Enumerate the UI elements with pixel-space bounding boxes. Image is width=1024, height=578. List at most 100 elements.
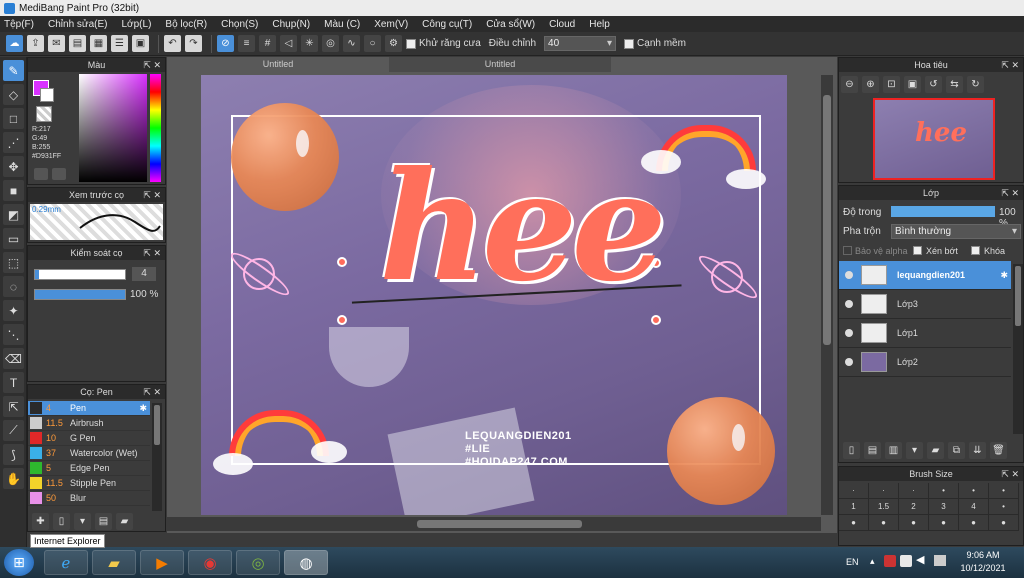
tab-untitled-2[interactable]: Untitled — [389, 57, 611, 72]
menu-edit[interactable]: Chỉnh sửa(E) — [48, 19, 108, 30]
brush-size-cell[interactable]: ● — [839, 515, 869, 531]
visibility-eye-icon[interactable] — [845, 358, 853, 366]
clock-date[interactable]: 10/12/2021 — [956, 563, 1010, 573]
clock-time[interactable]: 9:06 AM — [958, 550, 1008, 560]
layers-scrollbar[interactable] — [1013, 264, 1023, 434]
text-tool-icon[interactable]: T — [3, 372, 24, 393]
gradient-tool-icon[interactable]: ▭ — [3, 228, 24, 249]
delete-layer-icon[interactable]: 🗑 — [990, 442, 1007, 459]
medibang-taskbar-icon[interactable]: ◍ — [284, 550, 328, 575]
export-icon[interactable]: ⇪ — [27, 35, 44, 52]
brush-size-cell[interactable]: ● — [929, 515, 959, 531]
lasso-tool-icon[interactable]: ◌ — [3, 276, 24, 297]
dotted-brush-icon[interactable]: ⋰ — [3, 132, 24, 153]
canvas-horizontal-scrollbar[interactable] — [167, 517, 821, 531]
file-explorer-icon[interactable]: ▰ — [92, 550, 136, 575]
brush-list-scrollbar[interactable] — [152, 403, 162, 511]
menu-tools[interactable]: Công cụ(T) — [422, 19, 472, 30]
panel-close-icon[interactable]: ⇱ ✕ — [1001, 186, 1019, 200]
menu-window[interactable]: Cửa sổ(W) — [486, 19, 535, 30]
eraser-tool-icon[interactable]: ◇ — [3, 84, 24, 105]
adjust-select[interactable]: 40 — [544, 36, 617, 51]
grid-icon[interactable]: ▣ — [132, 35, 149, 52]
new-8bit-layer-icon[interactable]: ▥ — [885, 442, 902, 459]
menu-filter[interactable]: Bộ lọc(R) — [165, 19, 207, 30]
brush-size-2[interactable]: 2 — [899, 499, 929, 515]
divide-tool-icon[interactable]: ⟋ — [3, 420, 24, 441]
brush-size-cell[interactable]: • — [959, 483, 989, 499]
rect-tool-icon[interactable]: □ — [3, 108, 24, 129]
brush-item-gpen[interactable]: 10 G Pen — [28, 431, 150, 446]
brush-size-cell[interactable]: • — [929, 483, 959, 499]
cross-snap-icon[interactable]: # — [259, 35, 276, 52]
layer-row[interactable]: Lớp1 — [839, 319, 1011, 348]
brush-item-stipple-pen[interactable]: 11.5 Stipple Pen — [28, 476, 150, 491]
protect-alpha-checkbox[interactable] — [843, 246, 852, 255]
layer-opacity-slider[interactable] — [891, 206, 995, 217]
zoom-out-icon[interactable]: ⊖ — [841, 76, 858, 93]
new-brush-icon[interactable]: ▯ — [53, 513, 70, 530]
eyedropper-icon[interactable]: ⟆ — [3, 444, 24, 465]
select-pen-icon[interactable]: ⋱ — [3, 324, 24, 345]
brush-settings-icon[interactable]: ✱ — [139, 403, 147, 414]
tray-app-icon[interactable] — [900, 555, 912, 567]
select-tool-icon[interactable]: ⬚ — [3, 252, 24, 273]
doc-icon[interactable]: ▤ — [69, 35, 86, 52]
color-mode-icon[interactable] — [34, 168, 48, 180]
chrome-icon[interactable]: ◉ — [188, 550, 232, 575]
hand-tool-icon[interactable]: ✋ — [3, 468, 24, 489]
new-layer-icon[interactable]: ▯ — [843, 442, 860, 459]
internet-explorer-icon[interactable]: ℯ — [44, 550, 88, 575]
parallel-snap-icon[interactable]: ≡ — [238, 35, 255, 52]
brush-item-airbrush[interactable]: 11.5 Airbrush — [28, 416, 150, 431]
brush-size-cell[interactable]: • — [989, 499, 1019, 515]
fill-rect-icon[interactable]: ■ — [3, 180, 24, 201]
vanish-snap-icon[interactable]: ◁ — [280, 35, 297, 52]
network-icon[interactable] — [934, 555, 946, 566]
menu-color[interactable]: Màu (C) — [324, 19, 360, 30]
layer-folder-icon[interactable]: ▰ — [927, 442, 944, 459]
brush-size-cell[interactable]: · — [899, 483, 929, 499]
radial-snap-icon[interactable]: ✳ — [301, 35, 318, 52]
hue-slider[interactable] — [150, 74, 161, 182]
brush-folder-icon[interactable]: ▰ — [116, 513, 133, 530]
brush-size-1-5[interactable]: 1.5 — [869, 499, 899, 515]
volume-icon[interactable]: ◀ — [916, 553, 924, 566]
clipping-checkbox[interactable] — [913, 246, 922, 255]
panel-close-icon[interactable]: ⇱ ✕ — [1001, 467, 1019, 481]
brush-tool-icon[interactable]: ✎ — [3, 60, 24, 81]
tab-untitled-1[interactable]: Untitled — [167, 57, 389, 72]
panel-close-icon[interactable]: ⇱ ✕ — [143, 246, 161, 260]
rotate-left-icon[interactable]: ↺ — [925, 76, 942, 93]
brush-size-cell[interactable]: ● — [959, 515, 989, 531]
rotate-right-icon[interactable]: ↻ — [967, 76, 984, 93]
coccoc-icon[interactable]: ◎ — [236, 550, 280, 575]
size-slider[interactable] — [34, 269, 126, 280]
background-swatch[interactable] — [40, 88, 54, 102]
brush-size-cell[interactable]: · — [869, 483, 899, 499]
panel-close-icon[interactable]: ⇱ ✕ — [143, 188, 161, 202]
duplicate-layer-icon[interactable]: ⧉ — [948, 442, 965, 459]
brush-menu-icon[interactable]: ▾ — [74, 513, 91, 530]
operation-tool-icon[interactable]: ⇱ — [3, 396, 24, 417]
lock-checkbox[interactable] — [971, 246, 980, 255]
circle-snap-icon[interactable]: ◎ — [322, 35, 339, 52]
zoom-in-icon[interactable]: ⊕ — [862, 76, 879, 93]
bucket-tool-icon[interactable]: ◩ — [3, 204, 24, 225]
curve-snap-icon[interactable]: ∿ — [343, 35, 360, 52]
start-button[interactable]: ⊞ — [4, 549, 34, 576]
brush-size-4[interactable]: 4 — [959, 499, 989, 515]
brush-size-1[interactable]: 1 — [839, 499, 869, 515]
speech-icon[interactable]: ✉ — [48, 35, 65, 52]
new-halftone-layer-icon[interactable]: ▤ — [864, 442, 881, 459]
brush-size-cell[interactable]: • — [989, 483, 1019, 499]
visibility-eye-icon[interactable] — [845, 271, 853, 279]
brush-size-cell[interactable]: ● — [869, 515, 899, 531]
select-eraser-icon[interactable]: ⌫ — [3, 348, 24, 369]
list-icon[interactable]: ☰ — [111, 35, 128, 52]
panel-close-icon[interactable]: ⇱ ✕ — [1001, 58, 1019, 72]
page-icon[interactable]: ▦ — [90, 35, 107, 52]
no-snap-icon[interactable]: ⊘ — [217, 35, 234, 52]
brush-copy-icon[interactable]: ▤ — [95, 513, 112, 530]
layer-row[interactable]: Lớp3 — [839, 290, 1011, 319]
